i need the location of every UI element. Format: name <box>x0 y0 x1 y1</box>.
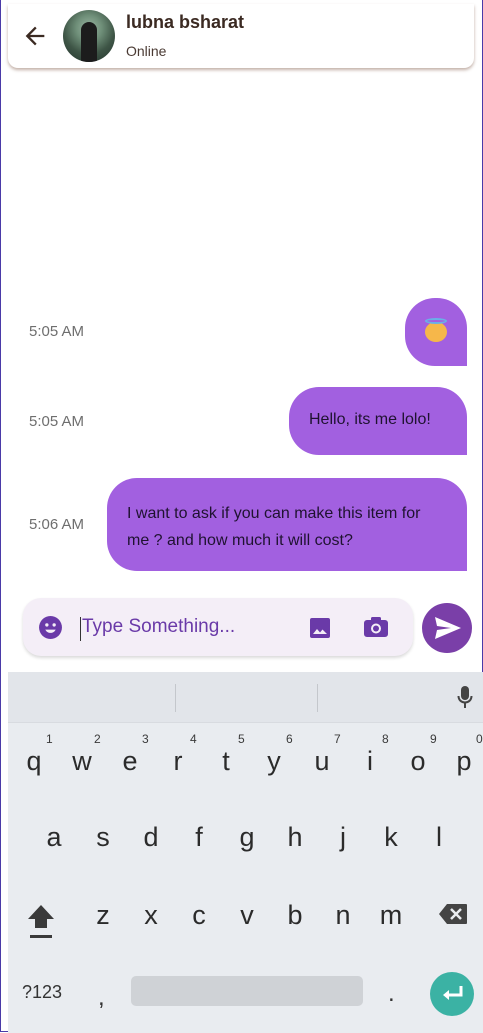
backspace-icon[interactable] <box>438 903 468 925</box>
key-k[interactable]: k <box>371 822 411 853</box>
key-hint-number: 2 <box>94 732 101 746</box>
key-i[interactable]: i <box>350 746 390 777</box>
key-hint-number: 7 <box>334 732 341 746</box>
key-m[interactable]: m <box>371 900 411 931</box>
suggestion-strip <box>8 672 483 723</box>
back-arrow-icon[interactable] <box>21 22 49 50</box>
key-hint-number: 5 <box>238 732 245 746</box>
chat-header: lubna bsharat Online <box>8 4 474 68</box>
space-bar[interactable] <box>131 976 363 1006</box>
enter-button[interactable] <box>430 972 474 1016</box>
key-hint-number: 1 <box>46 732 53 746</box>
key-q[interactable]: q <box>14 746 54 777</box>
soft-keyboard: ?123 , . q1w2e3r4t5y6u7i8o9p0 asdfghjkl zx… <box>8 672 483 1033</box>
comma-key[interactable]: , <box>98 984 105 1012</box>
halo-icon <box>425 318 447 324</box>
key-h[interactable]: h <box>275 822 315 853</box>
key-u[interactable]: u <box>302 746 342 777</box>
camera-icon[interactable] <box>363 615 389 639</box>
text-cursor <box>80 617 81 641</box>
message-input[interactable] <box>82 616 272 638</box>
message-time: 5:06 AM <box>29 516 85 533</box>
contact-name: lubna bsharat <box>126 12 245 32</box>
key-z[interactable]: z <box>83 900 123 931</box>
message-composer <box>23 598 413 656</box>
key-o[interactable]: o <box>398 746 438 777</box>
key-v[interactable]: v <box>227 900 267 931</box>
key-hint-number: 8 <box>382 732 389 746</box>
emoji-icon[interactable] <box>38 615 63 640</box>
key-hint-number: 9 <box>430 732 437 746</box>
key-b[interactable]: b <box>275 900 315 931</box>
key-r[interactable]: r <box>158 746 198 777</box>
key-j[interactable]: j <box>323 822 363 853</box>
send-icon <box>435 617 461 639</box>
suggestion-divider <box>317 684 318 712</box>
period-key[interactable]: . <box>388 980 395 1008</box>
microphone-icon[interactable] <box>457 685 473 709</box>
key-s[interactable]: s <box>83 822 123 853</box>
key-d[interactable]: d <box>131 822 171 853</box>
suggestion-divider <box>175 684 176 712</box>
key-g[interactable]: g <box>227 822 267 853</box>
key-hint-number: 4 <box>190 732 197 746</box>
key-w[interactable]: w <box>62 746 102 777</box>
key-c[interactable]: c <box>179 900 219 931</box>
image-icon[interactable] <box>308 616 332 640</box>
key-n[interactable]: n <box>323 900 363 931</box>
symbols-key[interactable]: ?123 <box>22 982 62 1003</box>
key-t[interactable]: t <box>206 746 246 777</box>
message-bubble[interactable]: I want to ask if you can make this item … <box>107 478 467 571</box>
key-hint-number: 6 <box>286 732 293 746</box>
avatar[interactable] <box>63 10 115 62</box>
key-p[interactable]: p <box>444 746 483 777</box>
message-time: 5:05 AM <box>29 413 85 430</box>
key-hint-number: 0 <box>476 732 483 746</box>
contact-status: Online <box>126 43 167 59</box>
key-f[interactable]: f <box>179 822 219 853</box>
message-time: 5:05 AM <box>29 323 85 340</box>
key-a[interactable]: a <box>34 822 74 853</box>
shift-icon[interactable] <box>26 902 56 940</box>
send-button[interactable] <box>422 603 472 653</box>
key-hint-number: 3 <box>142 732 149 746</box>
key-e[interactable]: e <box>110 746 150 777</box>
smiling-face-with-halo-icon <box>425 322 447 342</box>
key-x[interactable]: x <box>131 900 171 931</box>
message-bubble-emoji[interactable] <box>405 298 467 366</box>
enter-icon <box>443 986 463 1000</box>
message-bubble[interactable]: Hello, its me lolo! <box>289 387 467 455</box>
key-y[interactable]: y <box>254 746 294 777</box>
key-l[interactable]: l <box>419 822 459 853</box>
